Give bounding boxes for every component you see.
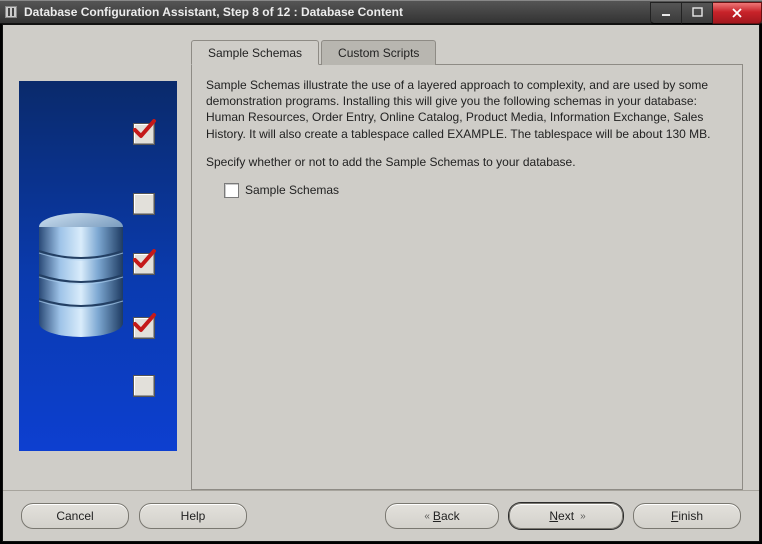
- cancel-button[interactable]: Cancel: [21, 503, 129, 529]
- wizard-step-indicator: [133, 375, 155, 397]
- app-icon: [4, 5, 18, 19]
- titlebar: Database Configuration Assistant, Step 8…: [0, 0, 762, 24]
- tab-bar: Sample Schemas Custom Scripts: [191, 39, 743, 64]
- minimize-button[interactable]: [650, 2, 682, 24]
- window-title: Database Configuration Assistant, Step 8…: [24, 5, 650, 19]
- button-label: Next: [549, 509, 574, 523]
- tab-content: Sample Schemas illustrate the use of a l…: [191, 64, 743, 490]
- close-button[interactable]: [713, 2, 762, 24]
- window-controls: [650, 2, 762, 22]
- wizard-step-indicator: [133, 253, 155, 275]
- sample-schemas-checkbox[interactable]: [224, 183, 239, 198]
- button-label: Cancel: [56, 509, 93, 523]
- help-button[interactable]: Help: [139, 503, 247, 529]
- main-panel: Sample Schemas Custom Scripts Sample Sch…: [191, 39, 743, 490]
- instruction-text: Specify whether or not to add the Sample…: [206, 154, 728, 170]
- tab-label: Custom Scripts: [338, 46, 419, 60]
- next-button[interactable]: Next »: [509, 503, 623, 529]
- tab-label: Sample Schemas: [208, 46, 302, 60]
- database-icon: [33, 211, 129, 341]
- button-bar: Cancel Help « Back Next » Finish: [3, 490, 759, 541]
- maximize-button[interactable]: [682, 2, 713, 24]
- wizard-step-indicator: [133, 193, 155, 215]
- finish-button[interactable]: Finish: [633, 503, 741, 529]
- button-label: Back: [433, 509, 460, 523]
- button-label: Finish: [671, 509, 703, 523]
- chevron-right-icon: »: [580, 511, 583, 522]
- wizard-step-indicator: [133, 123, 155, 145]
- sample-schemas-checkbox-label: Sample Schemas: [245, 182, 339, 198]
- sample-schemas-checkbox-row: Sample Schemas: [224, 182, 728, 198]
- content-area: Sample Schemas Custom Scripts Sample Sch…: [3, 25, 759, 490]
- wizard-illustration: [19, 81, 177, 451]
- wizard-step-indicator: [133, 317, 155, 339]
- button-label: Help: [181, 509, 206, 523]
- tab-sample-schemas[interactable]: Sample Schemas: [191, 40, 319, 65]
- tab-custom-scripts[interactable]: Custom Scripts: [321, 40, 436, 65]
- chevron-left-icon: «: [424, 511, 427, 522]
- description-text: Sample Schemas illustrate the use of a l…: [206, 77, 728, 142]
- window-frame: Database Configuration Assistant, Step 8…: [0, 0, 762, 544]
- back-button[interactable]: « Back: [385, 503, 499, 529]
- client-area: Sample Schemas Custom Scripts Sample Sch…: [2, 24, 760, 542]
